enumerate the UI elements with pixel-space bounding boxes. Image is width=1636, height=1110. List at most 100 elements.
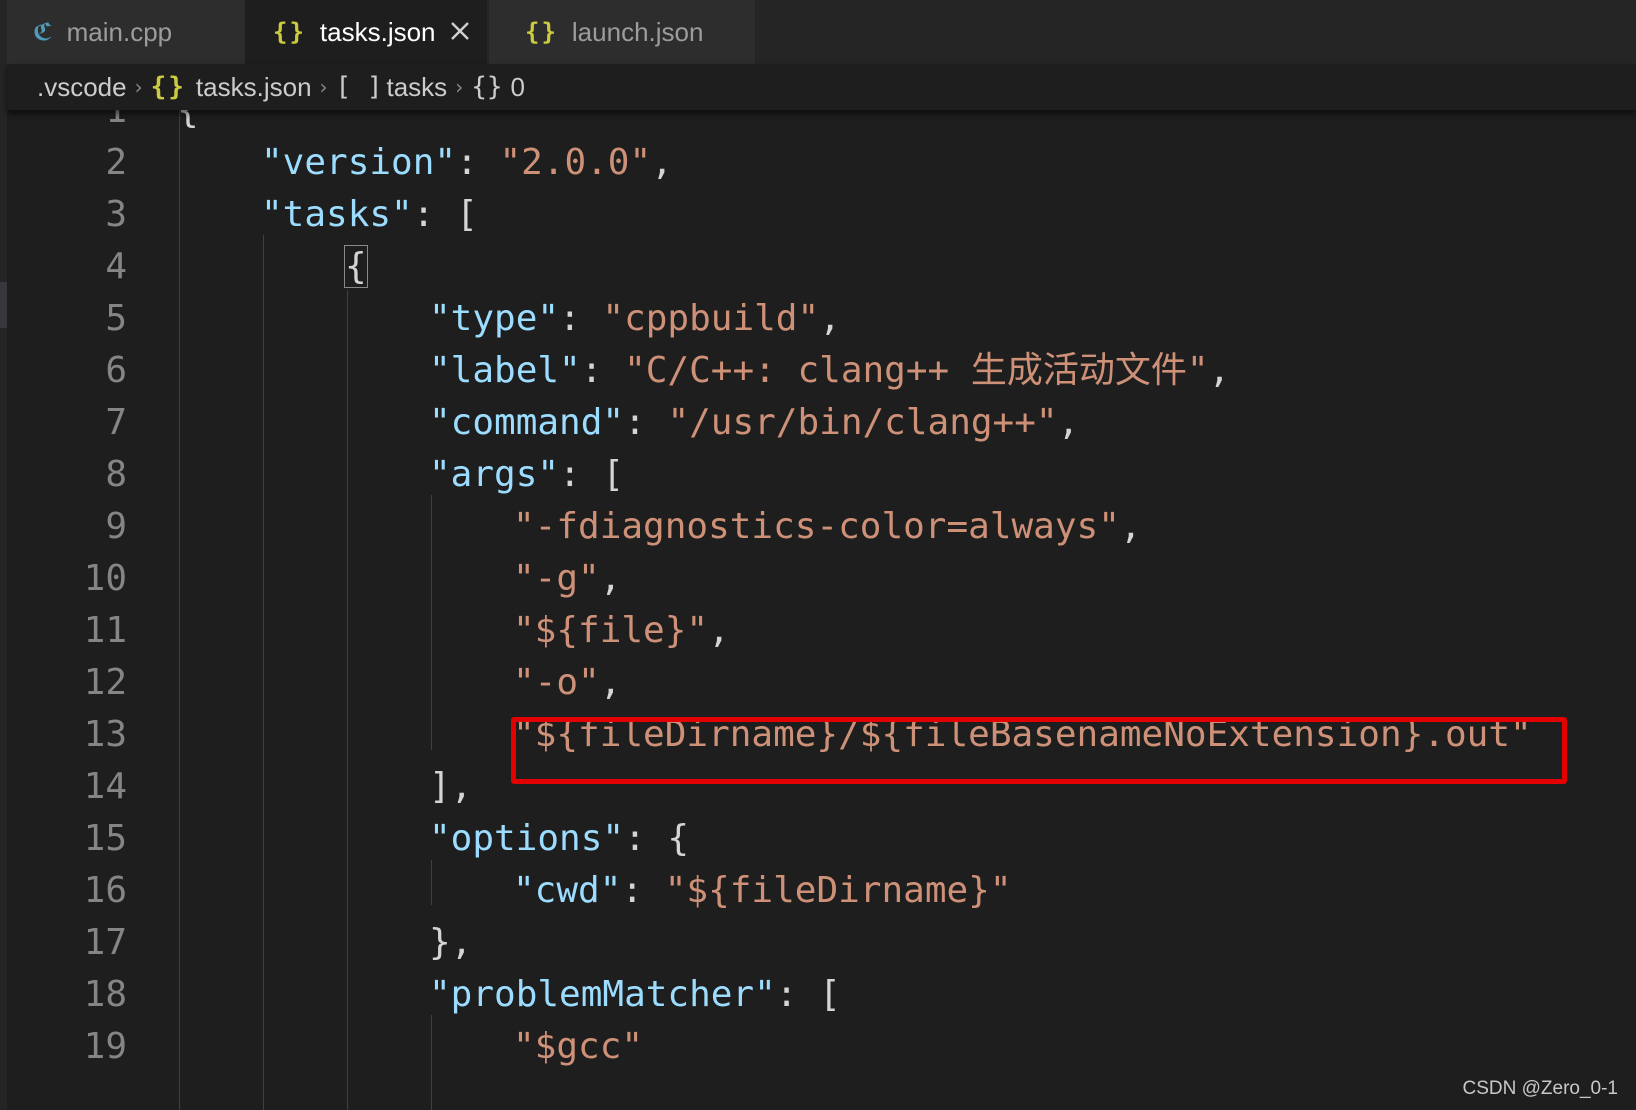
- json-punctuation: {: [344, 245, 368, 288]
- code-editor[interactable]: 1{2 "version": "2.0.0", 3 "tasks": [4{5 "typ…: [7, 110, 1636, 1110]
- json-file-icon: {}: [273, 18, 306, 46]
- code-line[interactable]: 7 "command": "/usr/bin/clang++",: [7, 396, 1627, 450]
- code-line[interactable]: 16 "cwd": "${fileDirname}": [7, 864, 1627, 918]
- code-line[interactable]: 11 "${file}",: [7, 604, 1627, 658]
- json-punctuation: ,: [1119, 506, 1142, 547]
- breadcrumb-file[interactable]: tasks.json: [196, 72, 312, 103]
- json-string: "${file}": [513, 610, 709, 651]
- line-number: 9: [105, 506, 127, 547]
- code-line[interactable]: 10 "-g",: [7, 552, 1627, 606]
- code-line[interactable]: 12 "-o",: [7, 656, 1627, 710]
- json-string: "2.0.0": [499, 142, 652, 183]
- line-number: 17: [83, 922, 127, 963]
- json-punctuation: : {: [624, 818, 690, 859]
- highlight-box: [511, 717, 1567, 784]
- line-number: 1: [105, 110, 127, 131]
- code-line[interactable]: 19 "$gcc": [7, 1020, 1627, 1074]
- line-content: "command": "/usr/bin/clang++",: [429, 396, 1079, 450]
- line-number: 12: [83, 662, 127, 703]
- tab-label: launch.json: [571, 16, 704, 47]
- json-string: "-fdiagnostics-color=always": [513, 506, 1120, 547]
- line-number: 7: [105, 402, 127, 443]
- json-punctuation: : [: [412, 194, 478, 235]
- line-number: 2: [105, 142, 127, 183]
- line-content: "$gcc": [513, 1020, 643, 1074]
- tab-label: main.cpp: [66, 16, 173, 47]
- json-punctuation: :: [559, 298, 603, 339]
- chevron-right-icon: ›: [134, 75, 143, 99]
- json-string: "${fileDirname}": [664, 870, 1012, 911]
- line-number: 4: [105, 246, 127, 287]
- line-number: 6: [105, 350, 127, 391]
- json-string: "cppbuild": [602, 298, 820, 339]
- json-punctuation: :: [624, 402, 668, 443]
- json-file-icon: {}: [150, 72, 186, 102]
- json-key: "options": [429, 818, 625, 859]
- code-line[interactable]: 15 "options": {: [7, 812, 1627, 866]
- line-content: "cwd": "${fileDirname}": [513, 864, 1012, 918]
- tab-main-cpp[interactable]: ℭ main.cpp: [7, 0, 245, 64]
- json-punctuation: ,: [1057, 402, 1080, 443]
- code-line[interactable]: 18 "problemMatcher": [: [7, 968, 1627, 1022]
- code-line[interactable]: 6 "label": "C/C++: clang++ 生成活动文件",: [7, 344, 1627, 398]
- cpp-file-icon: ℭ: [33, 18, 53, 46]
- json-key: "label": [429, 350, 581, 391]
- json-key: "command": [429, 402, 625, 443]
- tab-tasks-json[interactable]: {} tasks.json: [245, 0, 487, 64]
- line-content: "type": "cppbuild",: [429, 292, 841, 346]
- line-number: 16: [83, 870, 127, 911]
- json-punctuation: {: [177, 110, 199, 131]
- breadcrumb-object[interactable]: 0: [511, 72, 525, 103]
- tab-launch-json[interactable]: {} launch.json: [489, 0, 755, 64]
- code-line[interactable]: 17},: [7, 916, 1627, 970]
- line-number: 3: [105, 194, 127, 235]
- line-content: {: [177, 110, 199, 138]
- json-key: "tasks": [261, 194, 413, 235]
- breadcrumb-folder[interactable]: .vscode: [37, 72, 127, 103]
- chevron-right-icon: ›: [319, 75, 328, 99]
- line-number: 10: [83, 558, 127, 599]
- json-string: "C/C++: clang++ 生成活动文件": [624, 350, 1209, 391]
- json-file-icon: {}: [525, 18, 558, 46]
- json-punctuation: :: [621, 870, 665, 911]
- json-punctuation: ],: [429, 766, 473, 807]
- json-key: "args": [429, 454, 560, 495]
- line-content: "-fdiagnostics-color=always",: [513, 500, 1142, 554]
- line-number: 19: [83, 1026, 127, 1067]
- json-punctuation: : [: [559, 454, 625, 495]
- breadcrumb: .vscode › {} tasks.json › [ ] tasks › {}…: [7, 64, 1636, 110]
- json-punctuation: :: [456, 142, 500, 183]
- code-line[interactable]: 8 "args": [: [7, 448, 1627, 502]
- line-content: ],: [429, 760, 472, 814]
- activity-strip: [0, 0, 7, 1110]
- json-key: "problemMatcher": [429, 974, 776, 1015]
- code-line[interactable]: 4{: [7, 240, 1627, 294]
- code-line[interactable]: 3 "tasks": [: [7, 188, 1627, 242]
- json-key: "version": [261, 142, 457, 183]
- code-line[interactable]: 9 "-fdiagnostics-color=always",: [7, 500, 1627, 554]
- json-key: "cwd": [513, 870, 622, 911]
- line-content: "-g",: [513, 552, 621, 606]
- line-number: 15: [83, 818, 127, 859]
- code-line[interactable]: 5 "type": "cppbuild",: [7, 292, 1627, 346]
- line-content: "tasks": [: [261, 188, 478, 242]
- json-punctuation: ,: [651, 142, 673, 183]
- json-punctuation: ,: [819, 298, 841, 339]
- line-content: "-o",: [513, 656, 621, 710]
- object-icon: {}: [471, 72, 503, 102]
- json-punctuation: :: [580, 350, 625, 391]
- chevron-right-icon: ›: [455, 75, 464, 99]
- line-content: },: [429, 916, 472, 970]
- activity-strip-marker: [0, 282, 7, 328]
- code-line[interactable]: 1{: [7, 110, 1627, 138]
- tab-label: tasks.json: [319, 16, 436, 47]
- line-number: 14: [83, 766, 127, 807]
- tab-bar: ℭ main.cpp {} tasks.json {} launch.json: [7, 0, 1636, 64]
- close-icon[interactable]: [447, 18, 473, 44]
- line-content: "problemMatcher": [: [429, 968, 841, 1022]
- code-line[interactable]: 2 "version": "2.0.0",: [7, 136, 1627, 190]
- line-number: 5: [105, 298, 127, 339]
- breadcrumb-array[interactable]: tasks: [387, 72, 448, 103]
- array-icon: [ ]: [335, 72, 383, 102]
- line-content: "label": "C/C++: clang++ 生成活动文件",: [429, 344, 1230, 398]
